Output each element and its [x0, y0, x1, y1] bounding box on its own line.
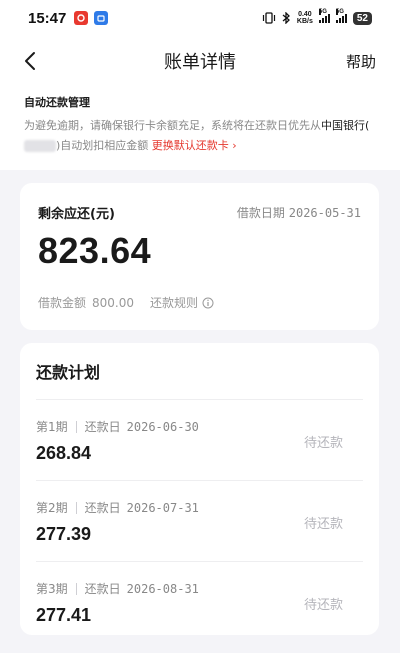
- repayment-plan-card: 还款计划 第1期 还款日 2026-06-30 268.84 待还款 第2期 还…: [20, 343, 379, 635]
- help-button[interactable]: 帮助: [346, 51, 376, 72]
- plan-title: 还款计划: [36, 363, 101, 382]
- chevron-right-icon: ›: [232, 139, 237, 152]
- plan-item[interactable]: 第1期 还款日 2026-06-30 268.84 待还款: [36, 399, 363, 480]
- plan-date-label: 还款日: [84, 582, 121, 596]
- status-time: 15:47: [28, 9, 67, 27]
- page-title: 账单详情: [164, 52, 236, 73]
- loan-amount-label: 借款金额: [38, 296, 87, 310]
- remaining-amount-card: 剩余应还(元) 借款日期 2026-05-31 823.64 借款金额 800.…: [20, 183, 379, 330]
- info-circle-icon: [202, 297, 214, 308]
- plan-date-label: 还款日: [84, 501, 121, 515]
- net-speed-unit: KB/s: [296, 18, 313, 25]
- plan-date: 2026-06-30: [126, 419, 199, 434]
- loan-date: 借款日期 2026-05-31: [237, 204, 361, 221]
- remaining-amount: 823.64: [38, 230, 152, 271]
- net-speed: 0.40 KB/s: [297, 11, 313, 25]
- masked-card-number: [24, 140, 56, 152]
- notice-body-prefix: 为避免逾期，请确保银行卡余额充足，系统将在还款日优先从: [24, 119, 321, 132]
- chevron-left-icon[interactable]: [20, 50, 42, 72]
- bluetooth-icon: [282, 12, 290, 24]
- plan-period: 第2期: [36, 501, 68, 515]
- plan-status: 待还款: [303, 436, 343, 451]
- loan-date-value: 2026-05-31: [288, 206, 361, 220]
- remaining-label: 剩余应还(元): [38, 207, 115, 222]
- vibrate-icon: [262, 12, 276, 24]
- repay-rule-link[interactable]: 还款规则: [150, 294, 214, 311]
- signal-icon-2: 5G: [335, 9, 347, 23]
- notice-body-suffix: 自动划扣相应金额: [60, 139, 149, 152]
- app-store-icon: [94, 11, 109, 25]
- loan-info-row: 借款金额 800.00 还款规则: [38, 294, 361, 311]
- nav-bar: 账单详情 帮助: [0, 36, 400, 86]
- plan-list: 第1期 还款日 2026-06-30 268.84 待还款 第2期 还款日 20…: [36, 399, 363, 642]
- notice-bank: 中国银行(: [321, 119, 370, 132]
- screen: 15:47 0.40 KB/s 5G 5G 52 账单详情 帮助 自动还款管理 …: [0, 0, 400, 653]
- plan-period: 第3期: [36, 582, 68, 596]
- notice-body: 为避免逾期，请确保银行卡余额充足，系统将在还款日优先从中国银行()自动划扣相应金…: [24, 116, 376, 156]
- status-bar: 15:47 0.40 KB/s 5G 5G 52: [0, 0, 400, 36]
- plan-item[interactable]: 第2期 还款日 2026-07-31 277.39 待还款: [36, 480, 363, 561]
- battery-icon: 52: [352, 11, 372, 25]
- loan-date-label: 借款日期: [236, 206, 285, 220]
- plan-date-label: 还款日: [84, 420, 121, 434]
- signal-2-label: 5G: [335, 9, 344, 15]
- plan-period: 第1期: [36, 420, 68, 434]
- change-default-card-link[interactable]: 更换默认还款卡 ›: [152, 139, 237, 152]
- plan-date: 2026-07-31: [126, 500, 199, 515]
- plan-status: 待还款: [303, 517, 343, 532]
- notice-title: 自动还款管理: [24, 96, 90, 109]
- signal-1-label: 5G: [318, 9, 327, 15]
- netease-icon: [74, 11, 89, 25]
- plan-status: 待还款: [303, 598, 343, 613]
- repay-rule-label: 还款规则: [150, 296, 199, 310]
- plan-date: 2026-08-31: [126, 581, 199, 596]
- auto-repay-notice: 自动还款管理 为避免逾期，请确保银行卡余额充足，系统将在还款日优先从中国银行()…: [0, 86, 400, 170]
- status-right: 0.40 KB/s 5G 5G 52: [262, 9, 372, 25]
- plan-item[interactable]: 第3期 还款日 2026-08-31 277.41 待还款: [36, 561, 363, 642]
- net-speed-value: 0.40: [298, 11, 312, 18]
- signal-icon-1: 5G: [318, 9, 330, 23]
- change-card-label: 更换默认还款卡: [151, 139, 229, 152]
- loan-amount-value: 800.00: [92, 295, 135, 310]
